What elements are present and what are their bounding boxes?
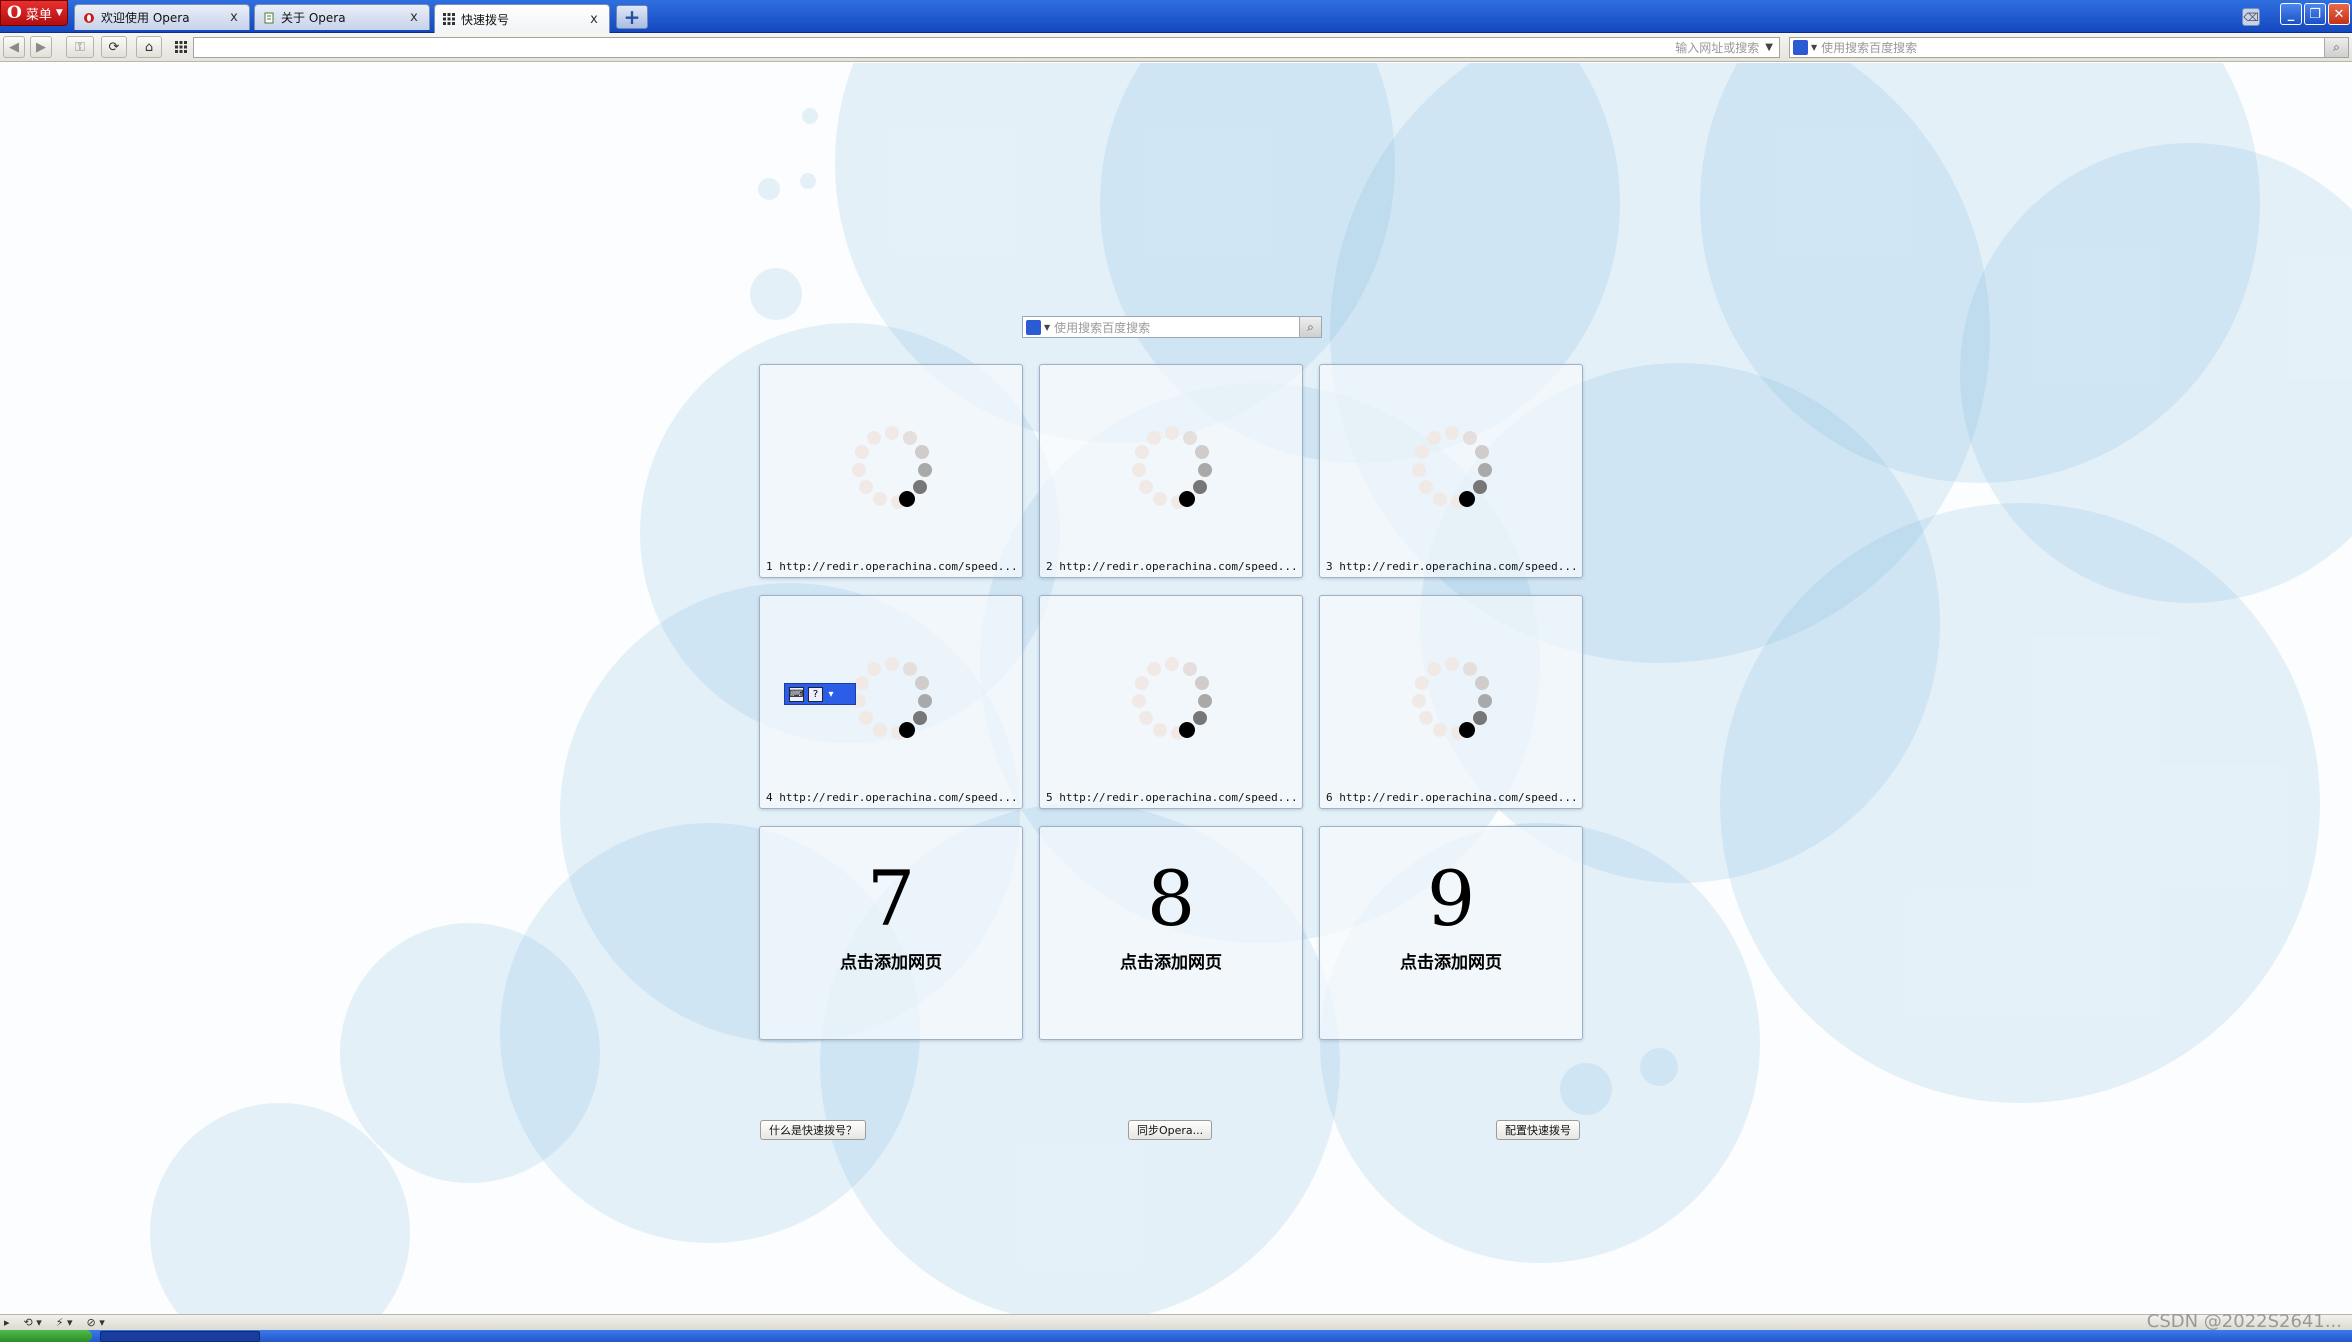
chevron-down-icon: ▼ (55, 8, 63, 18)
reload-icon[interactable]: ⟳ (101, 36, 127, 58)
speed-dial-2[interactable]: 2 http://redir.operachina.com/speed... (1039, 364, 1303, 578)
background-bubble (1640, 1048, 1678, 1086)
dial-url-label: 1 http://redir.operachina.com/speed... (766, 560, 1018, 573)
navigation-bar: ◀ ▶ ⚿ ⟳ ⌂ 输入网址或搜索 ▼ 🐾 ▼ 使用搜索百度搜索 ⌕ (0, 33, 2352, 62)
key-icon[interactable]: ⚿ (66, 36, 94, 58)
tab-bar: O 菜单 ▼ 欢迎使用 Opera x 关于 Opera x 快速拨号 x + … (0, 0, 2352, 33)
taskbar-item-opera[interactable] (100, 1331, 260, 1342)
loading-spinner-icon (1412, 426, 1492, 509)
tab-label: 欢迎使用 Opera (101, 11, 190, 25)
sync-icon[interactable]: ⟲ ▾ (24, 1316, 42, 1329)
close-window-button[interactable]: ✕ (2328, 3, 2350, 25)
forward-icon[interactable]: ▶ (30, 36, 52, 58)
opera-logo-icon: O (7, 3, 22, 23)
chevron-down-icon[interactable]: ▼ (1811, 43, 1817, 52)
dial-url-label: 5 http://redir.operachina.com/speed... (1046, 791, 1298, 804)
speed-dial-6[interactable]: 6 http://redir.operachina.com/speed... (1319, 595, 1583, 809)
search-input[interactable]: 🐾 ▼ 使用搜索百度搜索 ⌕ (1789, 37, 2349, 58)
background-bubble (1560, 1063, 1612, 1115)
speed-dial-empty-9[interactable]: 9 点击添加网页 (1319, 826, 1583, 1040)
tab-speed-dial[interactable]: 快速拨号 x (434, 4, 610, 33)
menu-label: 菜单 (25, 7, 52, 23)
back-icon[interactable]: ◀ (3, 36, 25, 58)
chevron-down-icon[interactable]: ▾ (827, 687, 835, 702)
new-tab-button[interactable]: + (616, 5, 648, 29)
home-icon[interactable]: ⌂ (136, 36, 162, 58)
dial-url-label: 6 http://redir.operachina.com/speed... (1326, 791, 1578, 804)
opera-icon (83, 12, 95, 24)
minimize-button[interactable]: _ (2280, 3, 2302, 25)
configure-speed-dial-button[interactable]: 配置快速拨号 (1496, 1120, 1580, 1140)
baidu-engine-icon[interactable]: 🐾 (1793, 40, 1808, 55)
background-bubble (340, 923, 600, 1183)
search-icon[interactable]: ⌕ (1299, 317, 1321, 337)
background-bubble (800, 173, 816, 189)
search-placeholder: 使用搜索百度搜索 (1821, 41, 1918, 55)
closed-tabs-trash-icon[interactable]: ⌫ (2242, 8, 2260, 26)
opera-menu-button[interactable]: O 菜单 ▼ (0, 0, 68, 26)
block-content-icon[interactable]: ⊘ ▾ (87, 1316, 105, 1329)
restore-button[interactable]: ❐ (2304, 3, 2326, 25)
speed-dial-1[interactable]: 1 http://redir.operachina.com/speed... (759, 364, 1023, 578)
add-page-label: 点击添加网页 (840, 953, 942, 973)
help-icon[interactable]: ? (808, 686, 823, 702)
loading-spinner-icon (852, 426, 932, 509)
panel-toggle-icon[interactable]: ▸ (4, 1316, 10, 1329)
dial-url-label: 4 http://redir.operachina.com/speed... (766, 791, 1018, 804)
keyboard-icon[interactable]: ⌨ (789, 686, 804, 702)
background-bubble (758, 178, 780, 200)
background-bubble (802, 108, 818, 124)
tab-welcome[interactable]: 欢迎使用 Opera x (74, 4, 250, 30)
turbo-icon[interactable]: ⚡ ▾ (56, 1316, 73, 1329)
loading-spinner-icon (852, 657, 932, 740)
floating-mini-toolbar[interactable]: ⌨ ? ▾ (784, 683, 856, 705)
speed-dial-page: 🐾 ▼ 使用搜索百度搜索 ⌕ 1 http://redir.operachina… (0, 63, 2352, 1314)
dial-url-label: 3 http://redir.operachina.com/speed... (1326, 560, 1578, 573)
dial-url-label: 2 http://redir.operachina.com/speed... (1046, 560, 1298, 573)
taskbar (0, 1330, 2352, 1342)
speed-dial-3[interactable]: 3 http://redir.operachina.com/speed... (1319, 364, 1583, 578)
search-placeholder: 使用搜索百度搜索 (1054, 320, 1151, 335)
close-icon[interactable]: x (407, 10, 421, 25)
address-input[interactable]: 输入网址或搜索 ▼ (193, 37, 1780, 58)
dial-number: 9 (1426, 854, 1476, 943)
close-icon[interactable]: x (227, 10, 241, 25)
address-placeholder: 输入网址或搜索 (1675, 41, 1760, 55)
watermark-text: CSDN @2022S2641... (2146, 1311, 2342, 1332)
what-is-speed-dial-button[interactable]: 什么是快速拨号？ (760, 1120, 866, 1140)
status-bar: ▸ ⟲ ▾ ⚡ ▾ ⊘ ▾ (0, 1314, 2352, 1330)
sync-opera-button[interactable]: 同步Opera... (1128, 1120, 1213, 1140)
chevron-down-icon[interactable]: ▼ (1765, 42, 1773, 53)
grid-icon (443, 13, 455, 25)
chevron-down-icon[interactable]: ▼ (1044, 323, 1050, 332)
loading-spinner-icon (1132, 426, 1212, 509)
page-icon (263, 12, 275, 24)
tab-label: 快速拨号 (461, 12, 510, 27)
tab-label: 关于 Opera (281, 11, 346, 25)
dial-number: 8 (1146, 854, 1196, 943)
speed-dial-empty-7[interactable]: 7 点击添加网页 (759, 826, 1023, 1040)
loading-spinner-icon (1412, 657, 1492, 740)
loading-spinner-icon (1132, 657, 1212, 740)
dial-number: 7 (866, 854, 916, 943)
add-page-label: 点击添加网页 (1120, 953, 1222, 973)
speed-dial-search-input[interactable]: 🐾 ▼ 使用搜索百度搜索 ⌕ (1022, 316, 1322, 338)
add-page-label: 点击添加网页 (1400, 953, 1502, 973)
start-button[interactable] (0, 1330, 92, 1342)
speed-dial-grid-icon[interactable] (170, 36, 192, 58)
baidu-engine-icon[interactable]: 🐾 (1026, 319, 1041, 335)
background-bubble (750, 268, 802, 320)
speed-dial-empty-8[interactable]: 8 点击添加网页 (1039, 826, 1303, 1040)
search-icon[interactable]: ⌕ (2324, 38, 2348, 57)
tab-about[interactable]: 关于 Opera x (254, 4, 430, 30)
speed-dial-5[interactable]: 5 http://redir.operachina.com/speed... (1039, 595, 1303, 809)
close-icon[interactable]: x (587, 12, 601, 27)
